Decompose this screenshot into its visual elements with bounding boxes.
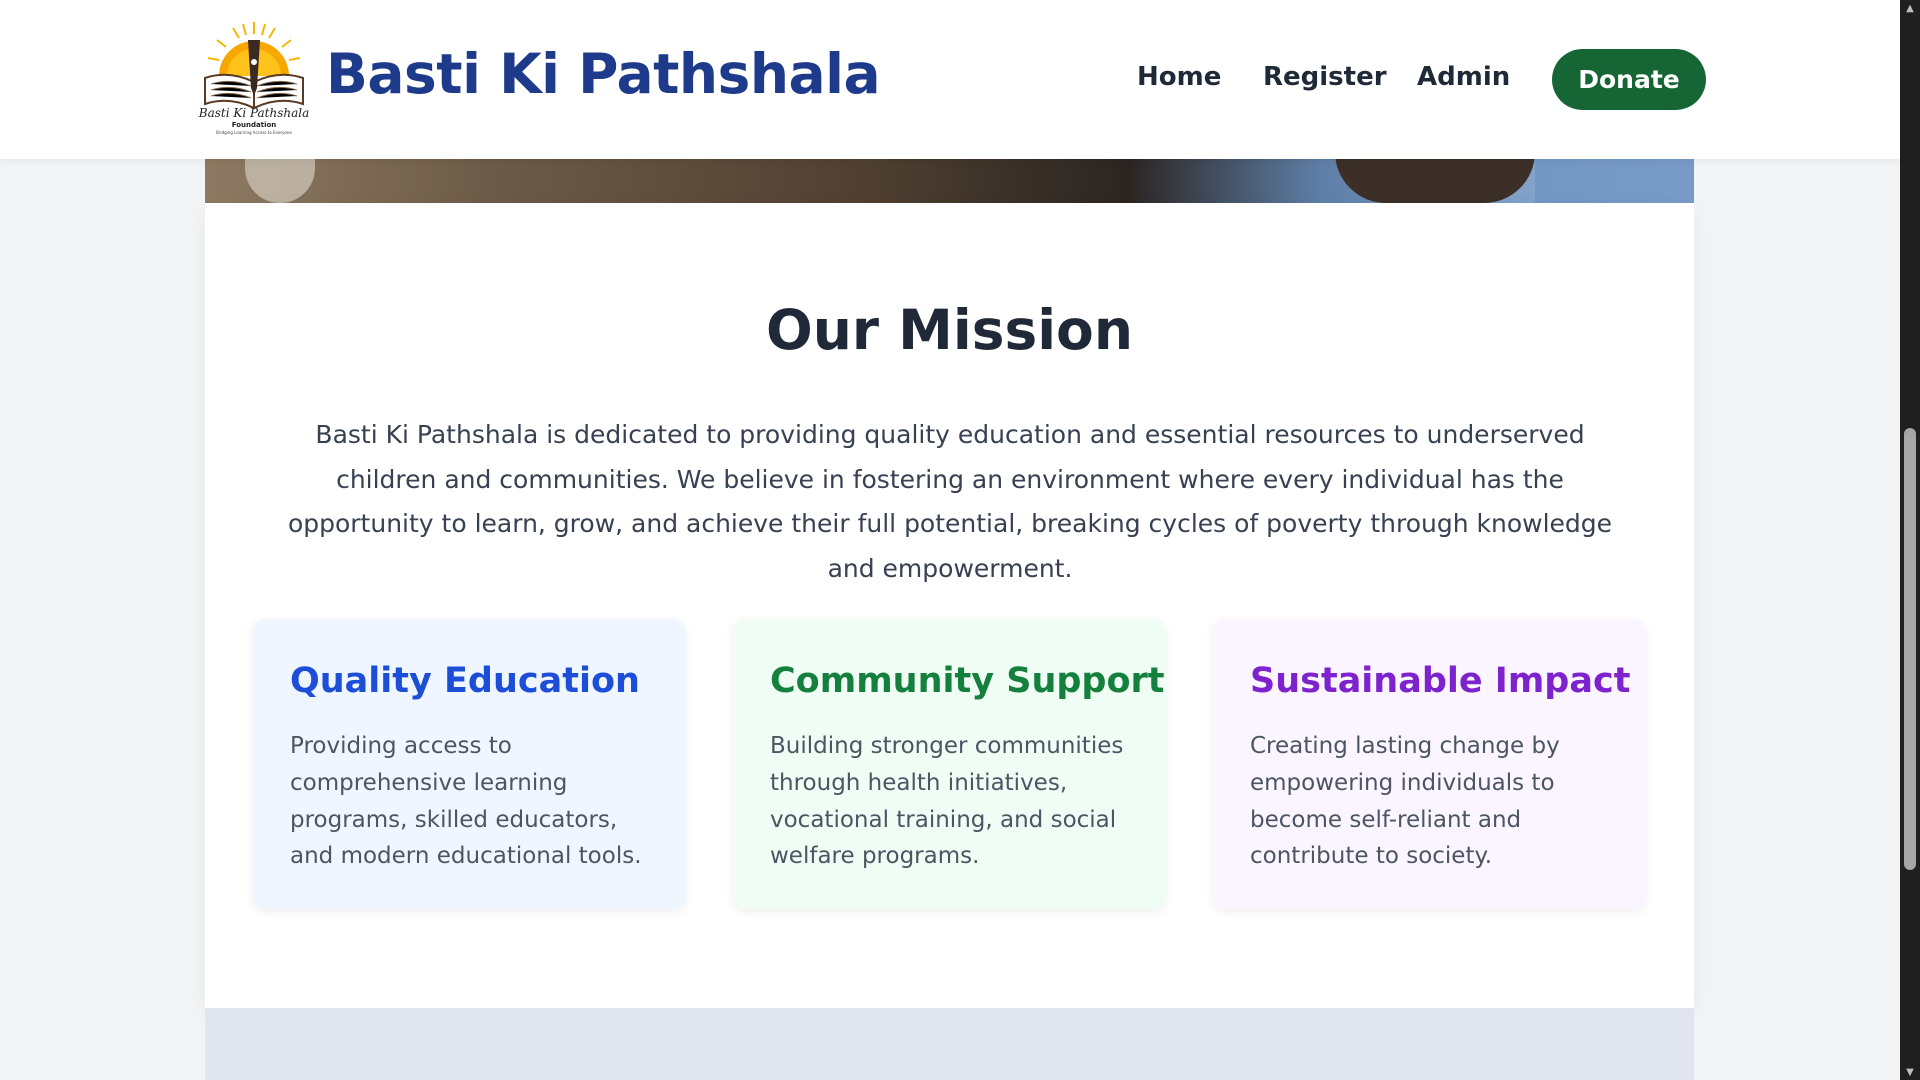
next-section bbox=[205, 1008, 1694, 1080]
mission-card-sustainable-impact: Sustainable Impact Creating lasting chan… bbox=[1213, 619, 1645, 909]
mission-title: Our Mission bbox=[765, 298, 1134, 362]
hero-image-detail bbox=[1535, 152, 1694, 203]
logo-script-text: Basti Ki Pathshala bbox=[198, 106, 310, 120]
card-title: Quality Education bbox=[290, 661, 640, 701]
nav-home-link[interactable]: Home bbox=[1137, 62, 1221, 92]
card-text: Building stronger communities through he… bbox=[770, 733, 1124, 870]
nav-admin-link[interactable]: Admin bbox=[1417, 62, 1510, 92]
card-title: Sustainable Impact bbox=[1250, 661, 1631, 701]
mission-card-quality-education: Quality Education Providing access to co… bbox=[253, 619, 685, 909]
nav-register-link[interactable]: Register bbox=[1263, 62, 1387, 92]
page-scrollbar[interactable]: ▲ ▼ bbox=[1900, 0, 1920, 1080]
scroll-up-arrow-icon[interactable]: ▲ bbox=[1900, 0, 1920, 16]
mission-card-community-support: Community Support Building stronger comm… bbox=[733, 619, 1165, 909]
site-header: Basti Ki Pathshala Foundation Bridging L… bbox=[0, 0, 1900, 159]
scroll-down-arrow-icon[interactable]: ▼ bbox=[1900, 1064, 1920, 1080]
mission-description: Basti Ki Pathshala is dedicated to provi… bbox=[287, 420, 1613, 583]
mission-section: Our Mission Basti Ki Pathshala is dedica… bbox=[205, 203, 1694, 1008]
card-title: Community Support bbox=[770, 661, 1165, 701]
foundation-logo[interactable]: Basti Ki Pathshala Foundation Bridging L… bbox=[193, 18, 315, 138]
scrollbar-thumb[interactable] bbox=[1904, 428, 1916, 870]
card-text: Creating lasting change by empowering in… bbox=[1250, 733, 1560, 870]
donate-button[interactable]: Donate bbox=[1552, 49, 1706, 110]
hero-image-detail bbox=[1335, 152, 1535, 203]
logo-tagline: Bridging Learning Access to Everyone bbox=[216, 130, 292, 135]
site-brand-title[interactable]: Basti Ki Pathshala bbox=[326, 42, 881, 106]
page: Basti Ki Pathshala Foundation Bridging L… bbox=[0, 0, 1900, 1080]
hero-image bbox=[205, 152, 1694, 203]
logo-graphic: Basti Ki Pathshala Foundation Bridging L… bbox=[198, 22, 310, 135]
card-text: Providing access to comprehensive learni… bbox=[290, 733, 642, 870]
logo-sub-text: Foundation bbox=[232, 121, 277, 129]
hero-image-detail bbox=[245, 152, 315, 203]
